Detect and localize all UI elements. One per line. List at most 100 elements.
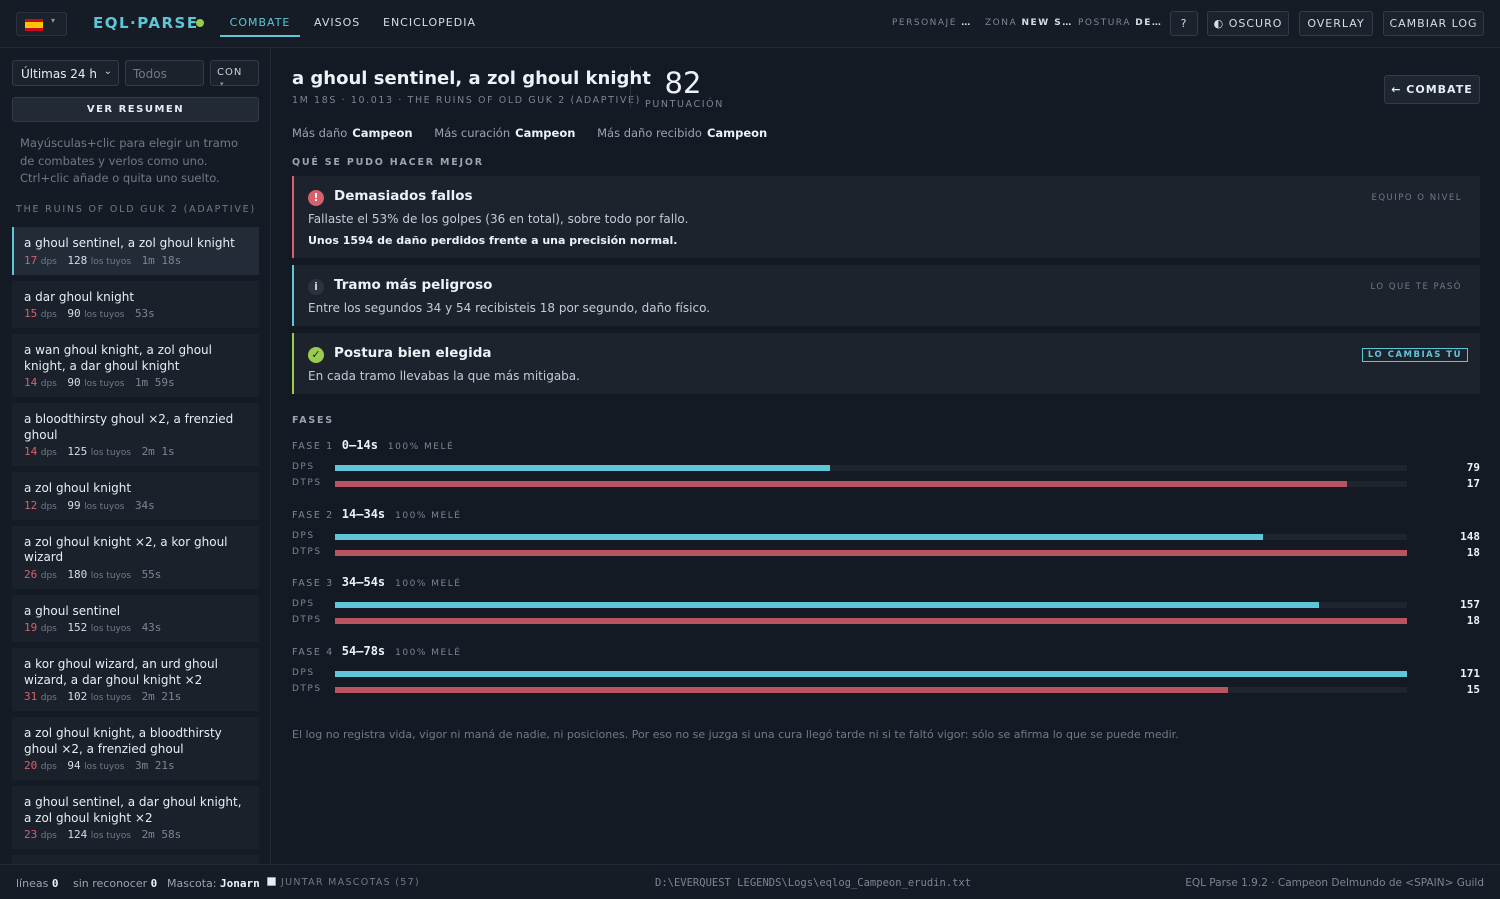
fight-dps: 19 xyxy=(24,621,38,634)
fight-hits: 90 xyxy=(67,307,81,320)
character-field[interactable]: PERSONAJE … xyxy=(892,18,972,28)
fight-name: a wan ghoul knight, a zol ghoul knight, … xyxy=(24,343,212,373)
overlay-button[interactable]: OVERLAY xyxy=(1299,11,1373,36)
fight-list-item[interactable]: a zol ghoul knight, a bloodthirsty ghoul… xyxy=(12,717,259,780)
score-value: 82 xyxy=(664,66,702,100)
stance-field[interactable]: POSTURA DE… xyxy=(1078,18,1162,28)
fight-name: a ghoul sentinel xyxy=(24,603,121,618)
dps-value: 148 xyxy=(1460,530,1480,543)
fight-duration: 2m 58s xyxy=(141,828,182,841)
phase-range: 0–14s xyxy=(341,438,378,452)
dps-unit: dps xyxy=(40,448,57,458)
fight-detail: a ghoul sentinel, a zol ghoul knight 1M … xyxy=(272,48,1500,864)
back-to-combat-button[interactable]: ← COMBATE xyxy=(1384,75,1480,104)
view-summary-button[interactable]: VER RESUMEN xyxy=(12,97,259,122)
fight-name: a dar ghoul knight xyxy=(24,289,135,304)
chevron-down-icon: ▾ xyxy=(51,16,56,25)
fight-list-item[interactable]: a ghoul sentinel, a dar ghoul knight, a … xyxy=(12,786,259,849)
fight-list-item[interactable]: a kor ghoul wizard, an urd ghoul wizard,… xyxy=(12,648,259,711)
con-label: CON xyxy=(217,67,243,78)
zone-field[interactable]: ZONA NEW S… xyxy=(985,18,1073,28)
filter-input[interactable]: Todos xyxy=(125,60,204,86)
phase-header: FASE 1 0–14s 100% MELÉ xyxy=(292,438,454,452)
advice-text: Entre los segundos 34 y 54 recibisteis 1… xyxy=(308,301,711,315)
stance-value: DE… xyxy=(1135,18,1163,28)
fight-list-item[interactable]: a wan ghoul knight, a dar ghoul knight ×… xyxy=(12,855,259,864)
advice-title: Demasiados fallos xyxy=(334,188,473,204)
advice-tag: LO QUE TE PASÓ xyxy=(1370,282,1462,292)
fight-list-item[interactable]: a dar ghoul knight 15 dps 90 los tuyos 53… xyxy=(12,280,259,328)
dps-bar-track xyxy=(335,602,1407,608)
fight-list-item[interactable]: a bloodthirsty ghoul ×2, a frenzied ghou… xyxy=(12,403,259,466)
language-selector[interactable]: ▾ xyxy=(16,12,67,36)
tab-avisos[interactable]: AVISOS xyxy=(314,0,360,37)
merge-pets-checkbox[interactable]: JUNTAR MASCOTAS (57) xyxy=(267,877,420,888)
fight-stats: 26 dps 180 los tuyos 55s xyxy=(24,568,249,581)
tab-enciclopedia[interactable]: ENCICLOPEDIA xyxy=(383,0,476,37)
fight-name: a kor ghoul wizard, an urd ghoul wizard,… xyxy=(24,657,218,687)
dtps-bar-track xyxy=(335,687,1407,693)
top-damage-taken-value: Campeon xyxy=(706,126,768,140)
advice-card-stance: ✓ Postura bien elegida En cada tramo lle… xyxy=(292,333,1480,394)
unknown-count: sin reconocer 0 xyxy=(73,877,157,890)
hits-unit: los tuyos xyxy=(90,256,132,267)
change-log-button[interactable]: CAMBIAR LOG xyxy=(1383,11,1484,36)
fight-list-item[interactable]: a zol ghoul knight ×2, a kor ghoul wizar… xyxy=(12,525,259,589)
warning-icon: ! xyxy=(308,190,324,206)
spain-flag-icon xyxy=(25,19,43,31)
phase-1: FASE 1 0–14s 100% MELÉ DPS 79 DTPS 17 xyxy=(292,438,1480,496)
fight-list-item[interactable]: a wan ghoul knight, a zol ghoul knight, … xyxy=(12,334,259,397)
dps-row: DPS 171 xyxy=(292,667,1480,680)
phase-mode: 100% MELÉ xyxy=(395,511,462,521)
zone-label: ZONA xyxy=(985,18,1018,28)
dtps-value: 15 xyxy=(1466,683,1480,696)
dps-unit: dps xyxy=(40,379,57,389)
fight-hits: 94 xyxy=(67,759,81,772)
dps-label: DPS xyxy=(292,531,315,541)
advice-title: Tramo más peligroso xyxy=(334,277,493,293)
fight-hits: 125 xyxy=(67,445,88,458)
dps-unit: dps xyxy=(40,256,57,267)
fight-hits: 124 xyxy=(67,828,88,841)
con-filter-button[interactable]: CON ▾ xyxy=(210,60,259,88)
fight-list: a ghoul sentinel, a zol ghoul knight 17 d… xyxy=(12,227,259,864)
fight-stats: 20 dps 94 los tuyos 3m 21s xyxy=(24,759,249,772)
checkbox-icon[interactable] xyxy=(267,877,276,886)
improve-heading: QUÉ SE PUDO HACER MEJOR xyxy=(292,157,484,168)
dps-row: DPS 79 xyxy=(292,461,1480,474)
fight-stats: 14 dps 125 los tuyos 2m 1s xyxy=(24,445,249,458)
advice-note: Unos 1594 de daño perdidos frente a una … xyxy=(308,234,678,247)
fight-duration: 1m 18s xyxy=(141,253,182,267)
fight-name: a zol ghoul knight ×2, a kor ghoul wizar… xyxy=(24,534,228,565)
top-performers: Más daño Campeon Más curación Campeon Más … xyxy=(292,126,785,140)
theme-toggle-button[interactable]: ◐ OSCURO xyxy=(1207,11,1289,36)
time-range-select[interactable]: Últimas 24 h ⌄ xyxy=(12,60,119,86)
hits-unit: los tuyos xyxy=(84,310,125,320)
fight-dps: 17 xyxy=(24,253,38,267)
hits-unit: los tuyos xyxy=(84,762,125,772)
fight-stats: 17 dps 128 los tuyos 1m 18s xyxy=(24,254,249,267)
fight-stats: 31 dps 102 los tuyos 2m 21s xyxy=(24,690,249,703)
phase-mode: 100% MELÉ xyxy=(395,579,462,589)
app-logo: EQL·PARSE xyxy=(93,14,199,32)
dps-row: DPS 157 xyxy=(292,598,1480,611)
fight-list-item[interactable]: a zol ghoul knight 12 dps 99 los tuyos 34… xyxy=(12,472,259,520)
dtps-bar-track xyxy=(335,618,1407,624)
top-damage-value: Campeon xyxy=(352,126,413,140)
advice-text: En cada tramo llevabas la que más mitiga… xyxy=(308,369,580,383)
unknown-value: 0 xyxy=(150,877,158,890)
fight-list-item[interactable]: a ghoul sentinel, a zol ghoul knight 17 d… xyxy=(12,227,259,275)
dtps-value: 17 xyxy=(1466,477,1480,490)
advice-tag: LO CAMBIAS TÚ xyxy=(1361,348,1468,362)
fight-list-item[interactable]: a ghoul sentinel 19 dps 152 los tuyos 43s xyxy=(12,594,259,642)
advice-text: Fallaste el 53% de los golpes (36 en tot… xyxy=(308,212,689,226)
dps-label: DPS xyxy=(292,462,315,472)
dtps-bar xyxy=(335,618,1407,624)
time-range-value: Últimas 24 h xyxy=(21,67,97,81)
dps-label: DPS xyxy=(292,599,315,609)
tab-combate[interactable]: COMBATE xyxy=(220,0,300,37)
dtps-bar xyxy=(335,687,1229,693)
help-button[interactable]: ? xyxy=(1170,11,1198,36)
fight-hits: 90 xyxy=(67,376,81,389)
status-bar: líneas 0 sin reconocer 0 Mascota: Jonarn… xyxy=(0,864,1500,899)
